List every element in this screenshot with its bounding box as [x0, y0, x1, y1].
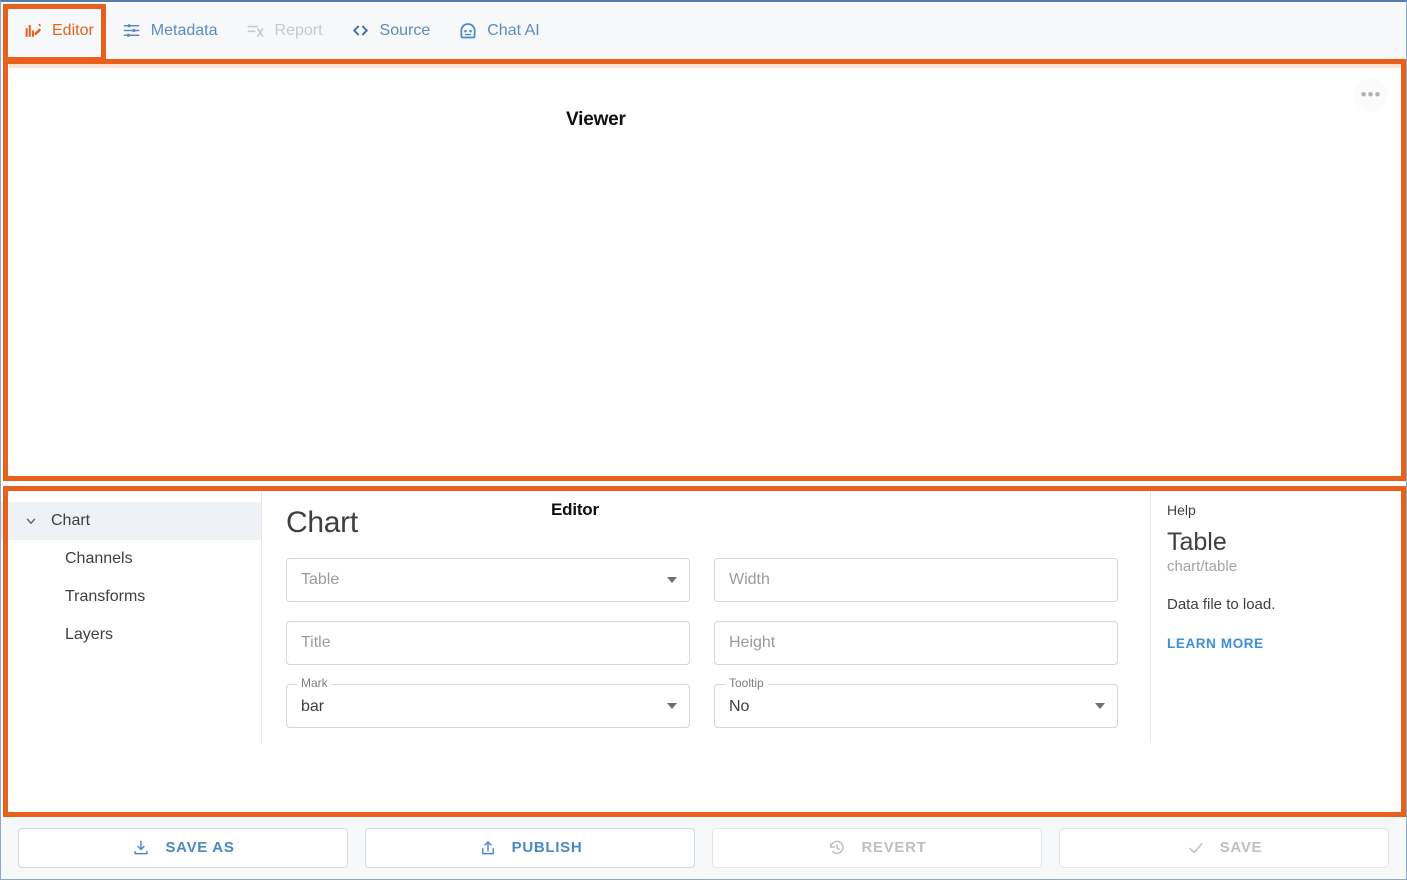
width-input-placeholder: Width — [729, 571, 770, 588]
chevron-down-icon — [667, 577, 677, 583]
tooltip-select-value: No — [729, 698, 750, 715]
editor-annotation-label: Editor — [551, 500, 599, 519]
title-input[interactable]: Title — [286, 621, 690, 665]
upload-share-icon — [478, 838, 498, 858]
help-kicker: Help — [1167, 502, 1196, 518]
tab-source[interactable]: Source — [337, 3, 445, 59]
help-description: Data file to load. — [1167, 596, 1276, 613]
tab-label: Chat AI — [487, 21, 540, 39]
page-title: Chart — [286, 506, 358, 539]
chevron-down-icon — [1095, 703, 1105, 709]
editor-panel: Chart Channels Transforms Layers Chart E… — [1, 488, 1406, 817]
main-tabbar: Editor Metadata Report Source Chat AI — [1, 2, 1406, 60]
robot-face-icon — [458, 21, 478, 41]
height-input-placeholder: Height — [729, 634, 776, 651]
mark-select[interactable]: bar Mark — [286, 676, 690, 728]
download-icon — [131, 838, 151, 858]
help-title: Table — [1167, 528, 1227, 556]
table-select-value: Table — [301, 571, 340, 588]
chart-edit-icon — [23, 21, 43, 41]
mark-select-value: bar — [301, 698, 325, 715]
nav-item-label: Chart — [51, 512, 91, 529]
revert-label: REVERT — [861, 839, 927, 856]
chevron-down-icon — [667, 703, 677, 709]
tab-editor[interactable]: Editor — [9, 3, 108, 59]
publish-label: PUBLISH — [511, 839, 583, 856]
height-input[interactable]: Height — [714, 621, 1118, 665]
save-button[interactable]: SAVE — [1059, 827, 1389, 868]
tab-label: Source — [379, 21, 431, 39]
form-grid: Table Width Title Height bar Mark No Too… — [286, 558, 1128, 728]
revert-button[interactable]: REVERT — [712, 827, 1042, 868]
chevron-down-icon — [23, 513, 39, 529]
width-input[interactable]: Width — [714, 558, 1118, 602]
tune-sliders-icon — [122, 21, 142, 41]
tab-label: Report — [274, 21, 323, 39]
nav-item-layers[interactable]: Layers — [1, 616, 261, 654]
save-as-label: SAVE AS — [165, 839, 235, 856]
tooltip-select-label: Tooltip — [725, 676, 768, 690]
learn-more-link[interactable]: LEARN MORE — [1167, 636, 1264, 651]
more-horizontal-icon: ••• — [1360, 85, 1382, 104]
report-lines-icon — [246, 21, 266, 41]
code-brackets-icon — [351, 21, 371, 41]
help-panel: Help Table chart/table Data file to load… — [1150, 488, 1406, 743]
tab-report[interactable]: Report — [232, 3, 337, 59]
help-subtitle: chart/table — [1167, 558, 1238, 575]
nav-item-channels[interactable]: Channels — [1, 540, 261, 578]
viewer-annotation-label: Viewer — [566, 109, 626, 130]
editor-form: Chart Editor Table Width Title Height ba… — [262, 488, 1150, 817]
nav-item-label: Layers — [65, 626, 114, 643]
nav-item-label: Channels — [65, 550, 133, 567]
tab-label: Metadata — [150, 21, 218, 39]
nav-item-chart[interactable]: Chart — [1, 502, 261, 540]
app-root: Editor Metadata Report Source Chat AI Vi… — [0, 0, 1407, 880]
save-label: SAVE — [1219, 839, 1263, 856]
history-restore-icon — [827, 838, 847, 858]
table-select[interactable]: Table — [286, 558, 690, 602]
publish-button[interactable]: PUBLISH — [365, 827, 695, 868]
nav-item-label: Transforms — [65, 588, 146, 605]
tooltip-select[interactable]: No Tooltip — [714, 676, 1118, 728]
title-input-placeholder: Title — [301, 634, 331, 651]
mark-select-label: Mark — [297, 676, 332, 690]
tab-label: Editor — [52, 21, 94, 39]
editor-nav: Chart Channels Transforms Layers — [1, 488, 262, 743]
tab-chat-ai[interactable]: Chat AI — [444, 3, 553, 59]
save-as-button[interactable]: SAVE AS — [18, 827, 348, 868]
tab-metadata[interactable]: Metadata — [108, 3, 232, 59]
check-icon — [1186, 838, 1206, 858]
viewer-more-options-button[interactable]: ••• — [1354, 78, 1388, 112]
nav-item-transforms[interactable]: Transforms — [1, 578, 261, 616]
viewer-panel: Viewer ••• — [1, 61, 1406, 480]
footer-actions: SAVE AS PUBLISH REVERT SAVE — [1, 816, 1406, 879]
